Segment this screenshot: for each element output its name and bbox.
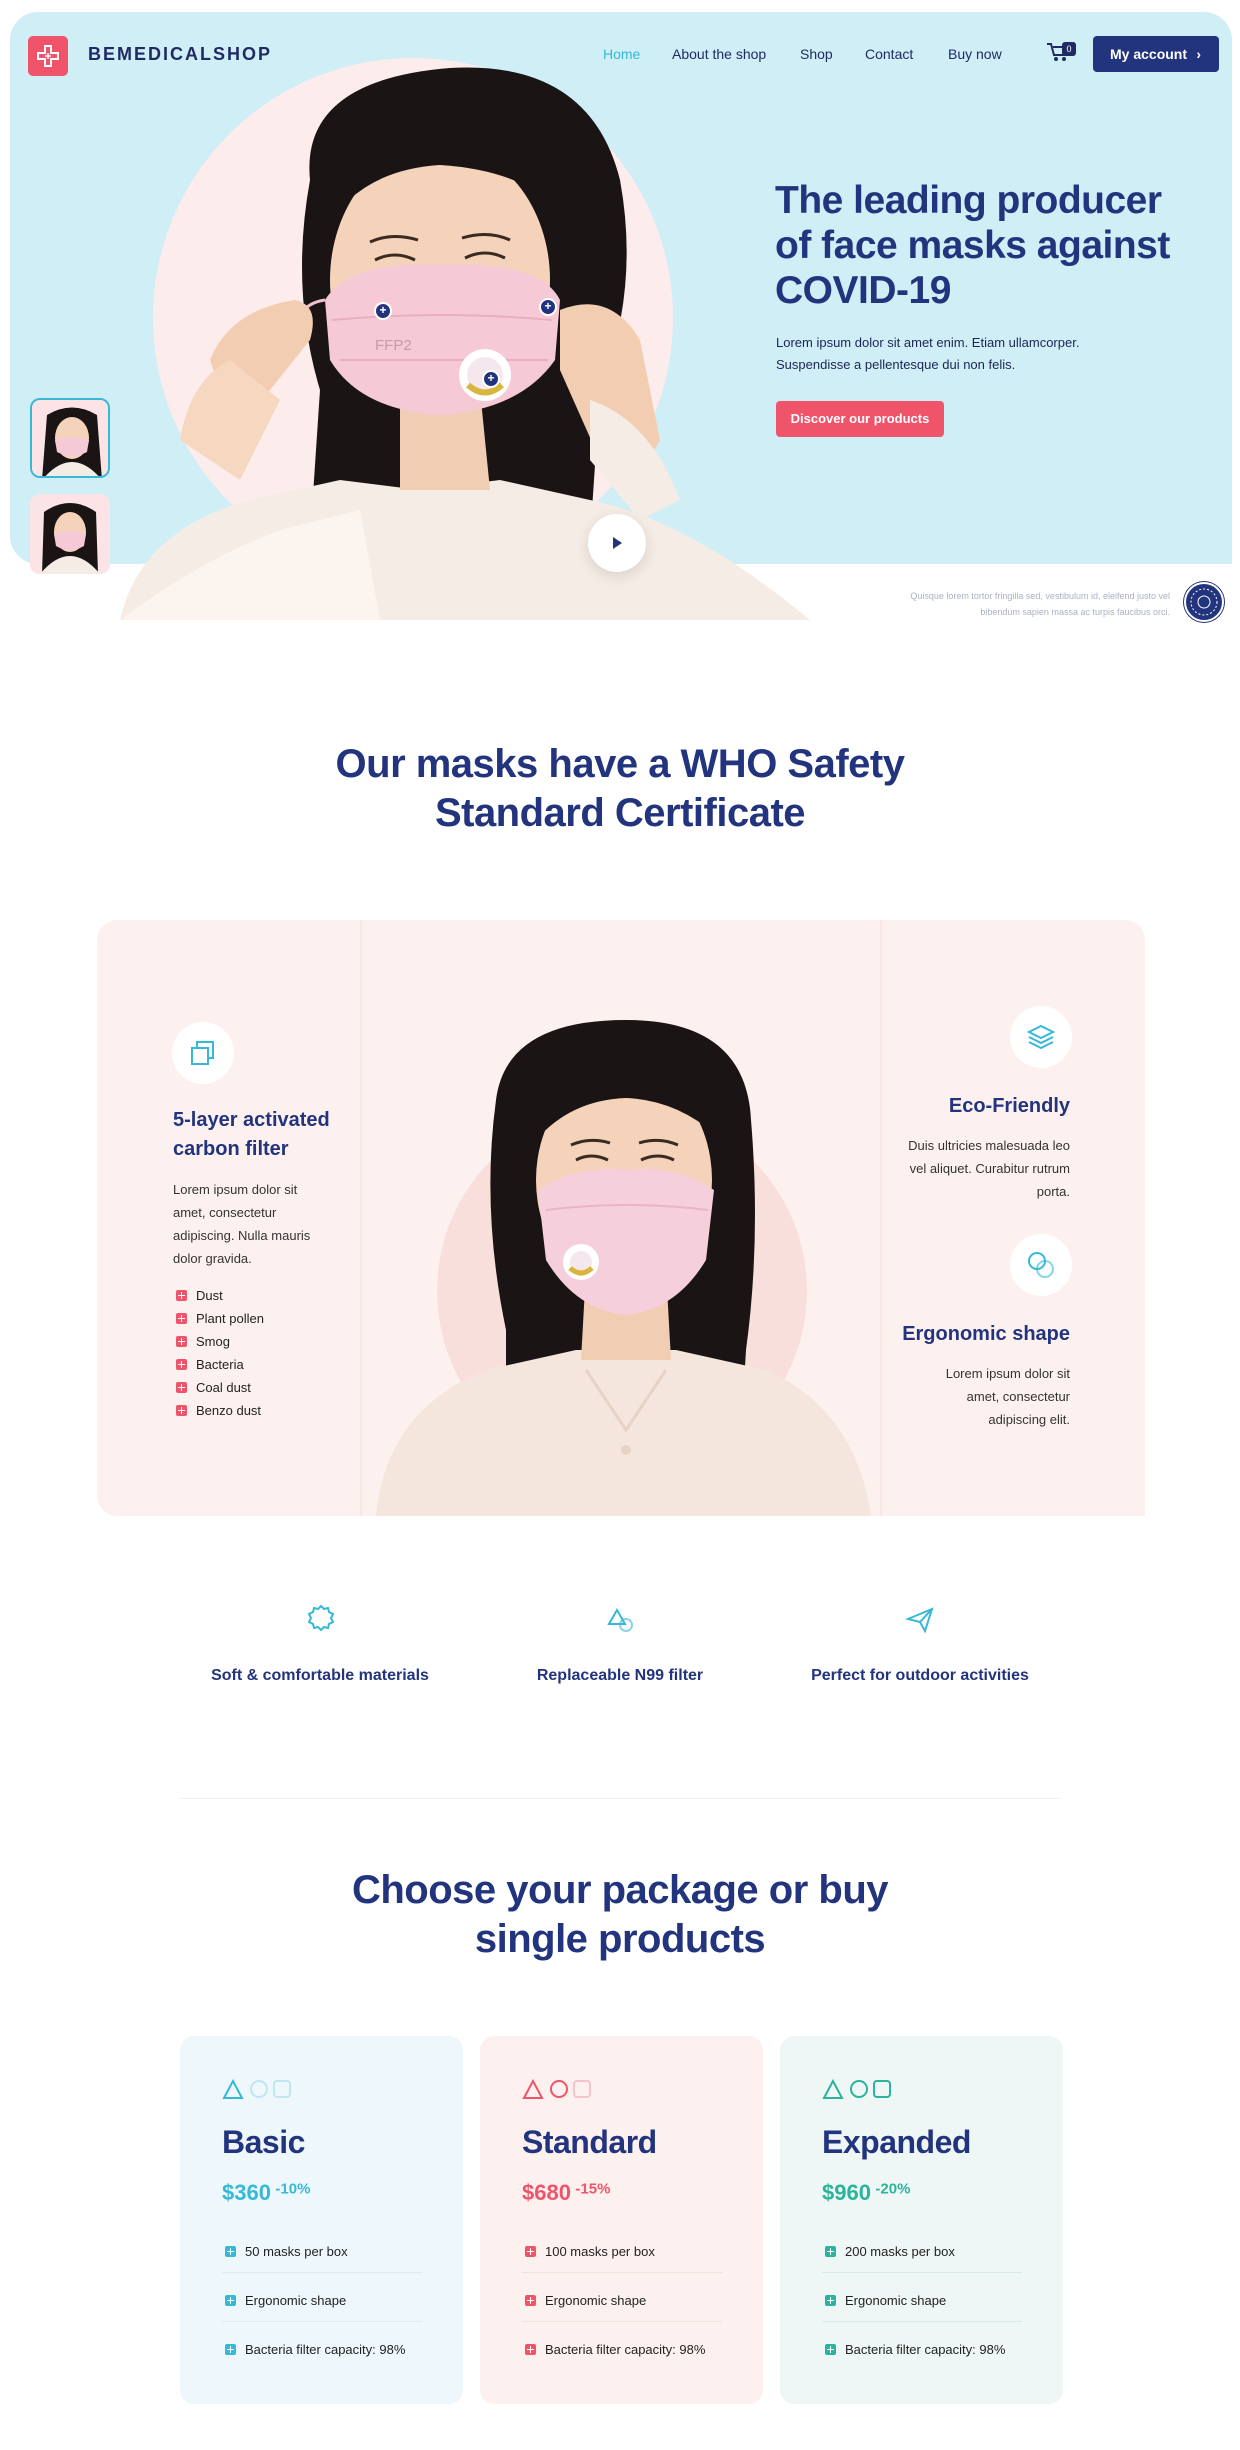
chevron-right-icon: › [1196, 46, 1201, 62]
benefit-outdoor-activities: Perfect for outdoor activities [811, 1667, 1029, 1684]
plus-icon [176, 1290, 187, 1301]
mask-label-text: FFP2 [375, 337, 412, 354]
panel-divider-right [880, 920, 882, 1516]
certificate-seal-icon [1184, 582, 1224, 622]
plus-icon [225, 2295, 236, 2306]
certificate-heading-text: Our masks have a WHO Safety Standard Cer… [335, 742, 905, 835]
plan-item-divider [222, 2272, 422, 2273]
plan-price-basic: $360 -10% [222, 2180, 310, 2206]
plus-icon [525, 2295, 536, 2306]
plus-icon [525, 2246, 536, 2257]
layers-icon [172, 1022, 234, 1084]
brand-logo[interactable] [28, 36, 68, 76]
plan-name-standard: Standard [522, 2124, 657, 2160]
stack-icon [1010, 1006, 1072, 1068]
plus-icon [176, 1359, 187, 1370]
medical-cross-icon [37, 45, 59, 67]
play-video-button[interactable] [588, 514, 646, 572]
hero-model-image: FFP2 [120, 60, 810, 620]
plan-item-divider [522, 2272, 722, 2273]
plan-feature-item: Bacteria filter capacity: 98% [225, 2342, 405, 2357]
plan-feature-item: Bacteria filter capacity: 98% [525, 2342, 705, 2357]
plan-feature-item: Ergonomic shape [825, 2293, 946, 2308]
plan-feature-item: Bacteria filter capacity: 98% [825, 2342, 1005, 2357]
feature-text-ergonomic-shape: Lorem ipsum dolor sit amet, consectetur … [945, 1366, 1070, 1427]
shapes-icon [605, 1604, 635, 1639]
shapes-icon [822, 2078, 902, 2105]
plan-price-expanded: $960 -20% [822, 2180, 910, 2206]
plan-feature-item: Ergonomic shape [525, 2293, 646, 2308]
filter-list-item: Coal dust [176, 1379, 251, 1397]
plus-icon [825, 2344, 836, 2355]
plan-item-divider [522, 2321, 722, 2322]
filter-list-item: Benzo dust [176, 1402, 261, 1420]
plus-icon [176, 1336, 187, 1347]
filter-list-item: Dust [176, 1287, 223, 1305]
plan-price-value: $960 [822, 2180, 871, 2205]
discover-products-button[interactable]: Discover our products [776, 401, 944, 437]
cart-count-badge: 0 [1062, 42, 1076, 56]
benefit-replaceable-filter: Replaceable N99 filter [536, 1667, 704, 1684]
section-divider [180, 1798, 1060, 1799]
shapes-icon [222, 2078, 302, 2105]
plan-feature-item: 200 masks per box [825, 2244, 955, 2259]
shapes-icon [522, 2078, 602, 2105]
gallery-thumbnail-2[interactable] [30, 494, 110, 574]
plan-feature-item: 100 masks per box [525, 2244, 655, 2259]
hotspot-marker-2[interactable]: + [539, 298, 557, 316]
pricing-heading-text: Choose your package or buy single produc… [351, 1868, 889, 1961]
plus-icon [176, 1382, 187, 1393]
feature-model-image [376, 1010, 871, 1516]
nav-contact[interactable]: Contact [865, 46, 913, 62]
plan-discount: -10% [275, 2180, 311, 2198]
benefit-soft-materials: Soft & comfortable materials [211, 1667, 429, 1684]
plan-price-standard: $680 -15% [522, 2180, 610, 2206]
feature-text-eco-friendly: Duis ultricies malesuada leo vel aliquet… [908, 1138, 1070, 1199]
plan-discount: -15% [575, 2180, 611, 2198]
filter-list-item: Smog [176, 1333, 230, 1351]
plan-item-divider [822, 2272, 1022, 2273]
plus-icon [176, 1405, 187, 1416]
filter-list-item: Plant pollen [176, 1310, 264, 1328]
hero-description: Lorem ipsum dolor sit amet enim. Etiam u… [776, 335, 1080, 372]
my-account-button[interactable]: My account › [1093, 36, 1219, 72]
panel-divider-left [360, 920, 362, 1516]
feature-text-carbon-filter: Lorem ipsum dolor sit amet, consectetur … [173, 1182, 311, 1266]
hero-fine-print: Quisque lorem tortor fringilla sed, vest… [910, 591, 1170, 617]
plus-icon [825, 2295, 836, 2306]
hero-title: The leading producer of face masks again… [775, 179, 1170, 312]
plan-feature-item: 50 masks per box [225, 2244, 348, 2259]
plus-icon [225, 2344, 236, 2355]
hotspot-marker-3[interactable]: + [482, 370, 500, 388]
plus-icon [176, 1313, 187, 1324]
certificate-heading: Our masks have a WHO Safety Standard Cer… [0, 740, 1240, 838]
plan-price-value: $680 [522, 2180, 571, 2205]
my-account-label: My account [1110, 46, 1188, 62]
plus-icon [825, 2246, 836, 2257]
feature-title-eco-friendly: Eco-Friendly [948, 1095, 1070, 1117]
feature-title-ergonomic-shape: Ergonomic shape [902, 1323, 1070, 1345]
plus-icon [225, 2246, 236, 2257]
filter-list-item: Bacteria [176, 1356, 244, 1374]
plan-price-value: $360 [222, 2180, 271, 2205]
plan-item-divider [222, 2321, 422, 2322]
plus-icon [525, 2344, 536, 2355]
plan-discount: -20% [875, 2180, 911, 2198]
badge-icon [306, 1604, 336, 1639]
hotspot-marker-1[interactable]: + [374, 302, 392, 320]
plan-item-divider [822, 2321, 1022, 2322]
pricing-heading: Choose your package or buy single produc… [0, 1866, 1240, 1964]
plan-name-expanded: Expanded [822, 2124, 971, 2160]
gallery-thumbnail-1[interactable] [30, 398, 110, 478]
feature-title-carbon-filter: 5-layer activated carbon filter [173, 1109, 330, 1160]
plan-feature-item: Ergonomic shape [225, 2293, 346, 2308]
paper-plane-icon [904, 1604, 935, 1639]
circles-icon [1010, 1234, 1072, 1296]
plan-name-basic: Basic [222, 2124, 305, 2160]
nav-buy-now[interactable]: Buy now [948, 46, 1002, 62]
